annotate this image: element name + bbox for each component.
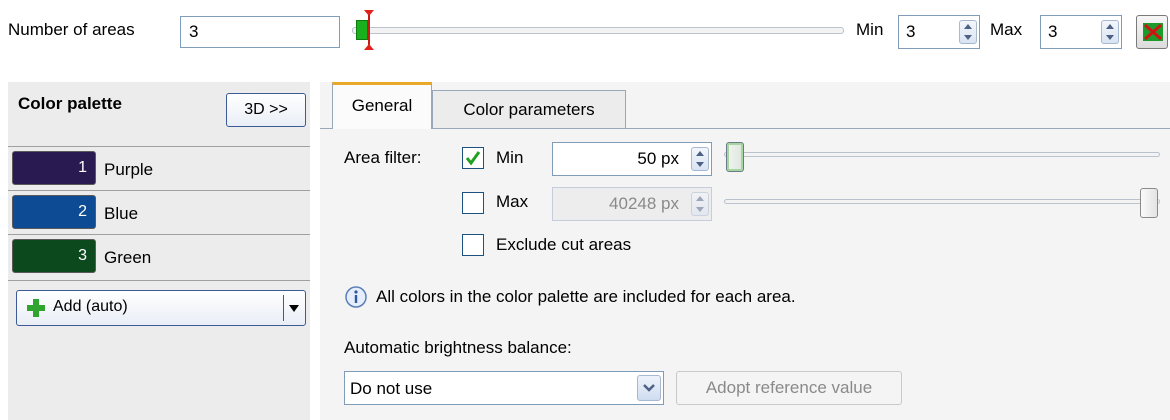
tab-content-border: [320, 128, 1170, 129]
add-dropdown-separator: [283, 295, 284, 321]
max-filter-label: Max: [496, 192, 529, 211]
tab-color-parameters[interactable]: Color parameters: [432, 90, 626, 128]
min-spinner-value: 3: [906, 22, 916, 41]
chevron-down-icon[interactable]: [289, 305, 299, 312]
brightness-select-value: Do not use: [350, 379, 433, 398]
min-filter-spinner[interactable]: 50 px: [552, 142, 712, 176]
max-filter-checkbox[interactable]: [462, 192, 484, 214]
palette-item-label-1: Purple: [104, 160, 154, 179]
brightness-select[interactable]: Do not use: [344, 371, 664, 405]
min-filter-slider-thumb[interactable]: [726, 142, 744, 172]
max-filter-arrows[interactable]: [691, 192, 709, 216]
3d-button[interactable]: 3D >>: [226, 93, 306, 127]
palette-swatch-3[interactable]: 3: [12, 239, 96, 273]
color-palette-title: Color palette: [18, 94, 122, 113]
info-text: All colors in the color palette are incl…: [376, 287, 796, 306]
min-spinner[interactable]: 3: [898, 15, 980, 49]
area-filter-label: Area filter:: [344, 148, 422, 167]
brightness-label: Automatic brightness balance:: [344, 338, 572, 357]
areas-label: Number of areas: [8, 20, 135, 39]
tab-general[interactable]: General: [332, 82, 432, 129]
areas-slider-track[interactable]: [352, 27, 844, 34]
max-spinner[interactable]: 3: [1040, 15, 1122, 49]
exclude-cut-areas-checkbox[interactable]: [462, 234, 484, 256]
palette-item-label-2: Blue: [104, 204, 139, 223]
min-filter-checkbox[interactable]: [462, 147, 484, 169]
add-auto-button[interactable]: Add (auto): [16, 290, 306, 326]
min-filter-label: Min: [496, 148, 524, 167]
min-filter-value: 50 px: [637, 149, 679, 168]
plus-icon: [27, 299, 45, 317]
areas-input[interactable]: 3: [180, 16, 340, 48]
chevron-down-icon[interactable]: [637, 375, 661, 401]
max-label: Max: [990, 20, 1023, 39]
exclude-cut-areas-label: Exclude cut areas: [496, 235, 632, 254]
min-label: Min: [856, 20, 884, 39]
checkmark-icon: [465, 151, 481, 166]
add-auto-label: Add (auto): [53, 298, 128, 315]
close-icon[interactable]: [1136, 15, 1168, 49]
adopt-reference-button[interactable]: Adopt reference value: [676, 371, 902, 405]
info-icon: [344, 285, 368, 309]
max-filter-slider-track[interactable]: [724, 199, 1160, 204]
max-filter-value: 40248 px: [609, 194, 679, 213]
min-spinner-arrows[interactable]: [959, 20, 977, 44]
max-filter-slider-thumb[interactable]: [1140, 188, 1158, 218]
min-filter-arrows[interactable]: [691, 147, 709, 171]
max-spinner-arrows[interactable]: [1101, 20, 1119, 44]
palette-item-label-3: Green: [104, 248, 152, 267]
min-filter-slider-track[interactable]: [724, 152, 1160, 157]
areas-slider-red-marker[interactable]: [364, 10, 374, 50]
settings-panel: [320, 82, 1170, 420]
palette-swatch-2[interactable]: 2: [12, 195, 96, 229]
max-filter-spinner[interactable]: 40248 px: [552, 187, 712, 221]
max-spinner-value: 3: [1048, 22, 1058, 41]
palette-swatch-1[interactable]: 1: [12, 151, 96, 185]
